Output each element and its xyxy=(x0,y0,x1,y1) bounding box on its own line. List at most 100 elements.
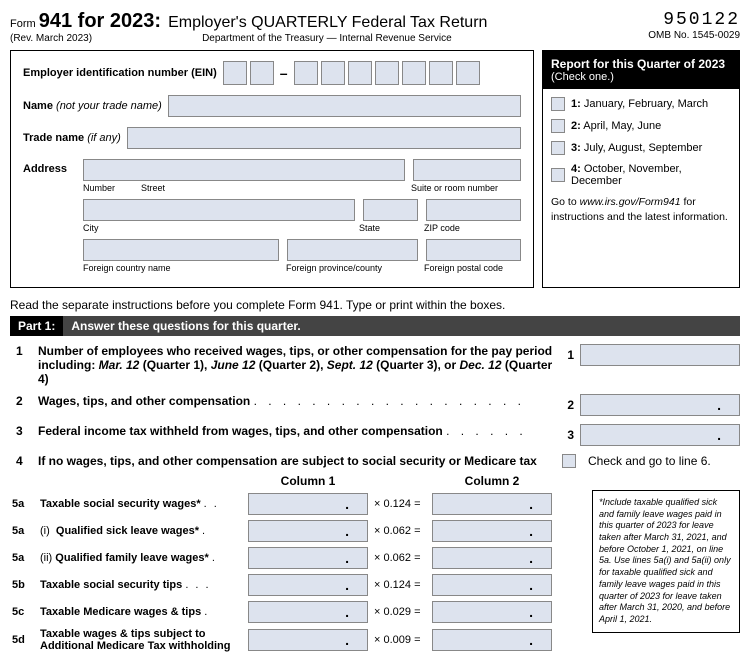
ein-digit-7[interactable] xyxy=(402,61,426,85)
quarter-4-num: 4: xyxy=(571,163,581,175)
name-input[interactable] xyxy=(168,95,521,117)
checkbox-icon[interactable] xyxy=(551,141,565,155)
address-suite-input[interactable] xyxy=(413,159,522,181)
employer-info-box: Employer identification number (EIN) – N… xyxy=(10,50,534,288)
line-5d-col2-input[interactable]: . xyxy=(432,629,552,651)
column-2-header: Column 2 xyxy=(432,474,552,488)
quarter-4-text: October, November, December xyxy=(571,163,682,187)
line-4-text: If no wages, tips, and other compensatio… xyxy=(38,454,562,468)
state-sublabel: State xyxy=(359,223,416,233)
line-5c-col2-input[interactable]: . xyxy=(432,601,552,623)
line-5b-col1-input[interactable]: . xyxy=(248,574,368,596)
line-3-number: 3 xyxy=(10,424,38,438)
trade-name-input[interactable] xyxy=(127,127,521,149)
line-4-check-label: Check and go to line 6. xyxy=(588,454,711,468)
suite-sublabel: Suite or room number xyxy=(411,183,521,193)
line-3-text: Federal income tax withheld from wages, … xyxy=(38,424,560,438)
line-3-input[interactable]: . xyxy=(580,424,740,446)
department: Department of the Treasury — Internal Re… xyxy=(202,33,452,44)
city-input[interactable] xyxy=(83,199,355,221)
quarter-option-4[interactable]: 4: October, November, December xyxy=(551,163,731,187)
checkbox-icon[interactable] xyxy=(551,119,565,133)
line-5ai-text: (i) Qualified sick leave wages* . xyxy=(38,525,248,537)
ein-digit-2[interactable] xyxy=(250,61,274,85)
zip-input[interactable] xyxy=(426,199,521,221)
line-2-number: 2 xyxy=(10,394,38,408)
ein-digit-8[interactable] xyxy=(429,61,453,85)
quarter-box: Report for this Quarter of 2023 (Check o… xyxy=(542,50,740,288)
line-5a-col2-input[interactable]: . xyxy=(432,493,552,515)
line-5aii-col1-input[interactable]: . xyxy=(248,547,368,569)
revision: (Rev. March 2023) xyxy=(10,33,92,44)
line-5d-number: 5d xyxy=(10,634,38,646)
checkbox-icon[interactable] xyxy=(551,97,565,111)
line-5aii-mult: × 0.062 = xyxy=(368,552,432,564)
instructions-text: Read the separate instructions before yo… xyxy=(10,298,740,312)
line-5ai-col1-input[interactable]: . xyxy=(248,520,368,542)
quarter-subtitle: (Check one.) xyxy=(551,71,731,83)
state-input[interactable] xyxy=(363,199,418,221)
omb-number: OMB No. 1545-0029 xyxy=(648,30,740,41)
line-2-right-num: 2 xyxy=(560,398,574,412)
line-5aii-col2-input[interactable]: . xyxy=(432,547,552,569)
footnote-box: *Include taxable qualified sick and fami… xyxy=(592,490,740,633)
line-5c-mult: × 0.029 = xyxy=(368,606,432,618)
form-header: Form 941 for 2023: Employer's QUARTERLY … xyxy=(10,10,740,44)
line-5ai-mult: × 0.062 = xyxy=(368,525,432,537)
quarter-2-num: 2: xyxy=(571,120,581,132)
line-5d-col1-input[interactable]: . xyxy=(248,629,368,651)
foreign-postal-sublabel: Foreign postal code xyxy=(424,263,521,273)
line-5ai-col2-input[interactable]: . xyxy=(432,520,552,542)
ein-digit-3[interactable] xyxy=(294,61,318,85)
quarter-1-num: 1: xyxy=(571,98,581,110)
quarter-option-3[interactable]: 3: July, August, September xyxy=(551,141,731,155)
line-5c-col1-input[interactable]: . xyxy=(248,601,368,623)
line-5a-col1-input[interactable]: . xyxy=(248,493,368,515)
name-label-note: (not your trade name) xyxy=(53,100,162,112)
column-1-header: Column 1 xyxy=(248,474,368,488)
quarter-option-2[interactable]: 2: April, May, June xyxy=(551,119,731,133)
line-5aii-text: (ii) Qualified family leave wages* . xyxy=(38,552,248,564)
part-1-bar: Part 1: Answer these questions for this … xyxy=(10,316,740,336)
line-5b-col2-input[interactable]: . xyxy=(432,574,552,596)
line-2-input[interactable]: . xyxy=(580,394,740,416)
line-1-right-num: 1 xyxy=(560,348,574,362)
zip-sublabel: ZIP code xyxy=(424,223,521,233)
street-sublabel: Street xyxy=(141,183,403,193)
line-5d-mult: × 0.009 = xyxy=(368,634,432,646)
ein-dash: – xyxy=(277,65,291,81)
address-label: Address xyxy=(23,159,83,175)
line-5c-text: Taxable Medicare wages & tips . xyxy=(38,606,248,618)
foreign-postal-input[interactable] xyxy=(426,239,521,261)
ein-digit-5[interactable] xyxy=(348,61,372,85)
foreign-province-input[interactable] xyxy=(287,239,418,261)
part-1-label: Part 1: xyxy=(10,316,63,336)
line-5a-text: Taxable social security wages* . . xyxy=(38,498,248,510)
quarter-option-1[interactable]: 1: January, February, March xyxy=(551,97,731,111)
line-3-right-num: 3 xyxy=(560,428,574,442)
form-number: 941 for 2023: xyxy=(39,10,161,32)
line-5ai-number: 5a xyxy=(10,525,38,537)
line-5aii-number: 5a xyxy=(10,552,38,564)
line-4-checkbox[interactable] xyxy=(562,454,576,468)
line-1-input[interactable] xyxy=(580,344,740,366)
ein-digit-9[interactable] xyxy=(456,61,480,85)
line-2-text: Wages, tips, and other compensation . . … xyxy=(38,394,560,408)
line-5a-number: 5a xyxy=(10,498,38,510)
line-5b-text: Taxable social security tips . . . xyxy=(38,579,248,591)
quarter-3-num: 3: xyxy=(571,142,581,154)
address-street-input[interactable] xyxy=(83,159,405,181)
ein-digit-4[interactable] xyxy=(321,61,345,85)
city-sublabel: City xyxy=(83,223,351,233)
line-5b-number: 5b xyxy=(10,579,38,591)
ein-label: Employer identification number (EIN) xyxy=(23,67,217,79)
ein-digit-1[interactable] xyxy=(223,61,247,85)
foreign-province-sublabel: Foreign province/county xyxy=(286,263,416,273)
quarter-link-text: Go to www.irs.gov/Form941 for instructio… xyxy=(551,195,731,224)
trade-label-note: (if any) xyxy=(84,132,121,144)
quarter-2-text: April, May, June xyxy=(583,120,661,132)
checkbox-icon[interactable] xyxy=(551,168,565,182)
ein-digit-6[interactable] xyxy=(375,61,399,85)
form-code: 950122 xyxy=(648,10,740,30)
foreign-country-input[interactable] xyxy=(83,239,279,261)
